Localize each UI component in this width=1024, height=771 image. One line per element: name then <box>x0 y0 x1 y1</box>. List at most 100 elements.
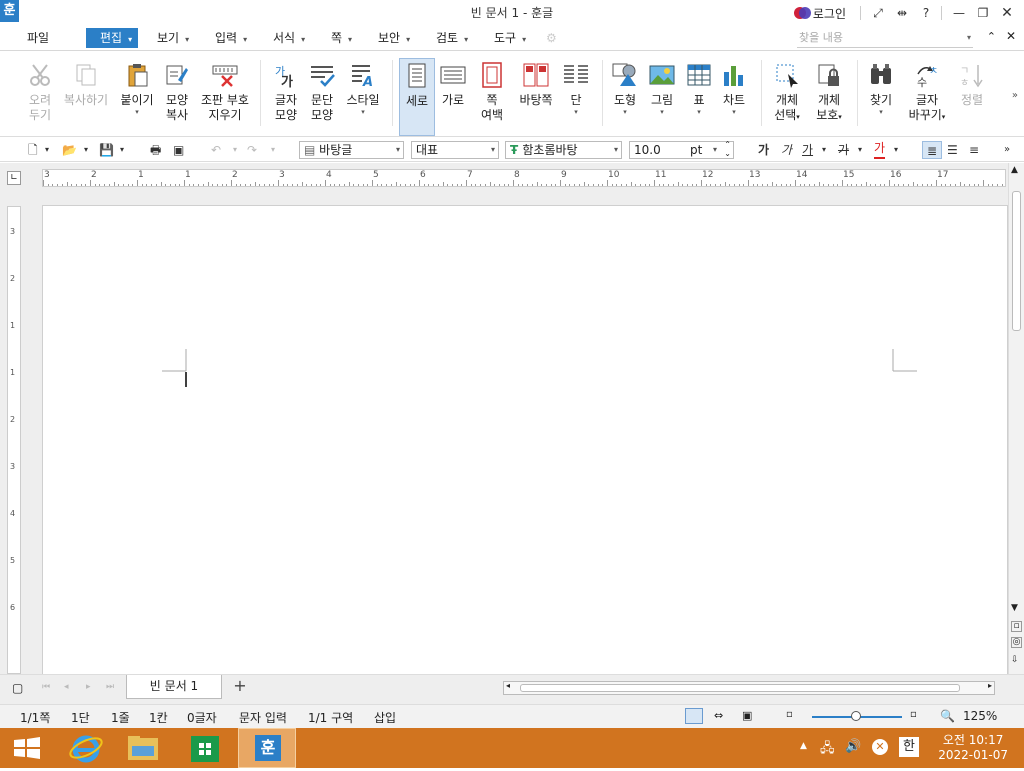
clear-marks-button[interactable]: 조판 부호 지우기 <box>201 58 249 123</box>
picture-button[interactable]: 그림 ▾ <box>648 58 676 116</box>
zoom-out-icon[interactable]: ▫ <box>786 709 793 720</box>
clock[interactable]: 오전 10:17 2022-01-07 <box>938 733 1008 763</box>
ie-icon[interactable] <box>57 728 115 768</box>
menu-insert[interactable]: 입력 ▾ <box>215 28 247 48</box>
login-link[interactable]: 로그인 <box>813 5 846 22</box>
volume-icon[interactable]: 🔊 <box>845 739 861 754</box>
status-insert[interactable]: 삽입 <box>374 709 396 726</box>
font-select[interactable]: Ŧ 함초롬바탕 ▾ <box>505 141 622 159</box>
chevron-down-icon[interactable]: ▾ <box>271 141 275 159</box>
print-icon[interactable]: 🖶 <box>150 141 161 159</box>
strike-button[interactable]: 가 <box>838 141 849 159</box>
chevron-down-icon[interactable]: ▾ <box>45 141 49 159</box>
magnifier-icon[interactable]: 🔍 <box>940 709 955 723</box>
chevron-down-icon[interactable]: ▾ <box>858 141 862 159</box>
tray-expand-icon[interactable]: ▲ <box>800 741 807 751</box>
tab-document[interactable]: 빈 문서 1 <box>126 675 222 699</box>
network-icon[interactable]: 🖧 <box>820 739 835 761</box>
para-shape-button[interactable]: 문단 모양 <box>308 58 336 123</box>
format-copy-button[interactable]: 모양 복사 <box>163 58 191 123</box>
redo-icon[interactable]: ↷ <box>247 141 257 159</box>
language-select[interactable]: 대표 ▾ <box>411 141 499 159</box>
background-page-button[interactable]: 바탕쪽 <box>517 58 555 108</box>
minimize-icon[interactable]: — <box>948 6 970 20</box>
scroll-right-icon[interactable]: ▸ <box>988 681 992 690</box>
replace-button[interactable]: 수ㅊ 글자 바꾸기▾ <box>906 58 948 125</box>
ribbon-scroll-icon[interactable]: » <box>1012 90 1018 101</box>
zoom-slider-thumb[interactable] <box>851 711 861 721</box>
bold-button[interactable]: 가 <box>758 141 769 159</box>
new-doc-icon[interactable]: 🗋 <box>28 141 38 159</box>
paste-button[interactable]: 붙이기 ▾ <box>119 58 155 116</box>
login-icon[interactable] <box>793 6 811 20</box>
collapse-ribbon-icon[interactable]: ⌃ <box>987 30 996 43</box>
restore-icon[interactable]: ❐ <box>972 6 994 20</box>
italic-button[interactable]: 가 <box>781 141 792 159</box>
chevron-down-icon[interactable]: ▾ <box>233 141 237 159</box>
find-input[interactable]: 찾을 내용 ▾ <box>797 30 973 48</box>
menu-file[interactable]: 파일 <box>27 28 49 48</box>
portrait-button[interactable]: 세로 <box>399 58 435 136</box>
object-select-button[interactable]: 개체 선택▾ <box>771 58 803 125</box>
multi-page-icon[interactable]: ▣ <box>742 709 752 722</box>
find-button[interactable]: 찾기 ▾ <box>867 58 895 116</box>
first-tab-icon[interactable]: ⏮ <box>42 682 50 692</box>
target-icon[interactable]: ◎ <box>1011 637 1022 648</box>
menu-security[interactable]: 보안 ▾ <box>378 28 410 48</box>
landscape-button[interactable]: 가로 <box>439 58 467 108</box>
zoom-in-icon[interactable]: ▫ <box>910 709 917 720</box>
font-size-input[interactable]: 10.0 pt ▾ ⌃ ⌄ <box>629 140 734 159</box>
close-doc-icon[interactable]: ✕ <box>1006 29 1016 43</box>
fit-page-icon[interactable]: ⇔ <box>714 709 723 722</box>
undo-icon[interactable]: ↶ <box>211 141 221 159</box>
toolbar-more-icon[interactable]: » <box>1004 141 1010 159</box>
chevron-down-icon[interactable]: ▾ <box>120 141 124 159</box>
sort-button[interactable]: ㄱㅎ 정렬 <box>958 58 986 108</box>
menu-edit[interactable]: 편집 ▾ <box>86 28 139 48</box>
menu-tools[interactable]: 도구 ▾ <box>494 28 526 48</box>
help-icon[interactable]: ? <box>915 6 937 20</box>
font-color-button[interactable]: 가 <box>874 141 886 159</box>
column-button[interactable]: 단 ▾ <box>562 58 590 116</box>
scroll-left-icon[interactable]: ◂ <box>506 681 510 690</box>
error-icon[interactable]: ✕ <box>872 739 888 755</box>
hangul-taskbar-icon[interactable]: 훈 <box>238 728 296 768</box>
prev-tab-icon[interactable]: ◂ <box>64 682 69 692</box>
chevron-down-icon[interactable]: ▾ <box>84 141 88 159</box>
start-button[interactable] <box>0 728 58 768</box>
table-button[interactable]: 표 ▾ <box>685 58 713 116</box>
h-scroll-thumb[interactable] <box>520 684 960 692</box>
vertical-ruler[interactable]: 3 2 1 1 2 3 4 5 6 <box>7 206 21 674</box>
menu-review[interactable]: 검토 ▾ <box>436 28 468 48</box>
chart-button[interactable]: 차트 ▾ <box>720 58 748 116</box>
last-tab-icon[interactable]: ⏭ <box>106 682 114 692</box>
close-icon[interactable]: ✕ <box>996 5 1018 21</box>
scroll-thumb[interactable] <box>1012 191 1021 331</box>
char-shape-button[interactable]: 가가 글자 모양 <box>272 58 300 123</box>
cut-button[interactable]: 오려 두기 <box>26 58 54 123</box>
margin-button[interactable]: 쪽 여백 <box>476 58 508 123</box>
zoom-level[interactable]: 125% <box>963 709 997 723</box>
align-left-icon[interactable]: ☰ <box>947 141 958 159</box>
fullscreen-icon[interactable]: ⤢ <box>867 6 889 21</box>
scroll-down-icon[interactable]: ▼ <box>1011 603 1018 613</box>
add-tab-button[interactable]: + <box>226 675 254 699</box>
object-protect-button[interactable]: 개체 보호▾ <box>812 58 846 125</box>
store-icon[interactable] <box>176 728 234 768</box>
page-view-icon[interactable] <box>685 708 703 724</box>
horizontal-ruler[interactable]: 3 2 1 1 2 3 4 5 6 7 8 9 10 11 12 13 14 15 16 17 <box>42 169 1006 187</box>
save-icon[interactable]: 💾 <box>99 141 114 159</box>
tab-list-icon[interactable]: ▢ <box>12 681 23 695</box>
style-button[interactable]: A 스타일 ▾ <box>344 58 382 116</box>
style-select[interactable]: ▤ 바탕글 ▾ <box>299 141 404 159</box>
fit-width-icon[interactable]: ⇹ <box>891 6 913 20</box>
menu-page[interactable]: 쪽 ▾ <box>331 28 352 48</box>
explorer-icon[interactable] <box>114 728 172 768</box>
open-folder-icon[interactable]: 📂 <box>62 141 77 159</box>
shape-button[interactable]: 도형 ▾ <box>611 58 639 116</box>
status-mode[interactable]: 문자 입력 <box>239 709 287 726</box>
vertical-scrollbar[interactable]: ▲ ▼ ▫ ◎ ⇩ <box>1008 163 1024 674</box>
preview-icon[interactable]: ▣ <box>173 141 184 159</box>
horizontal-scrollbar[interactable]: ◂ ▸ <box>503 681 995 695</box>
menu-format[interactable]: 서식 ▾ <box>273 28 305 48</box>
